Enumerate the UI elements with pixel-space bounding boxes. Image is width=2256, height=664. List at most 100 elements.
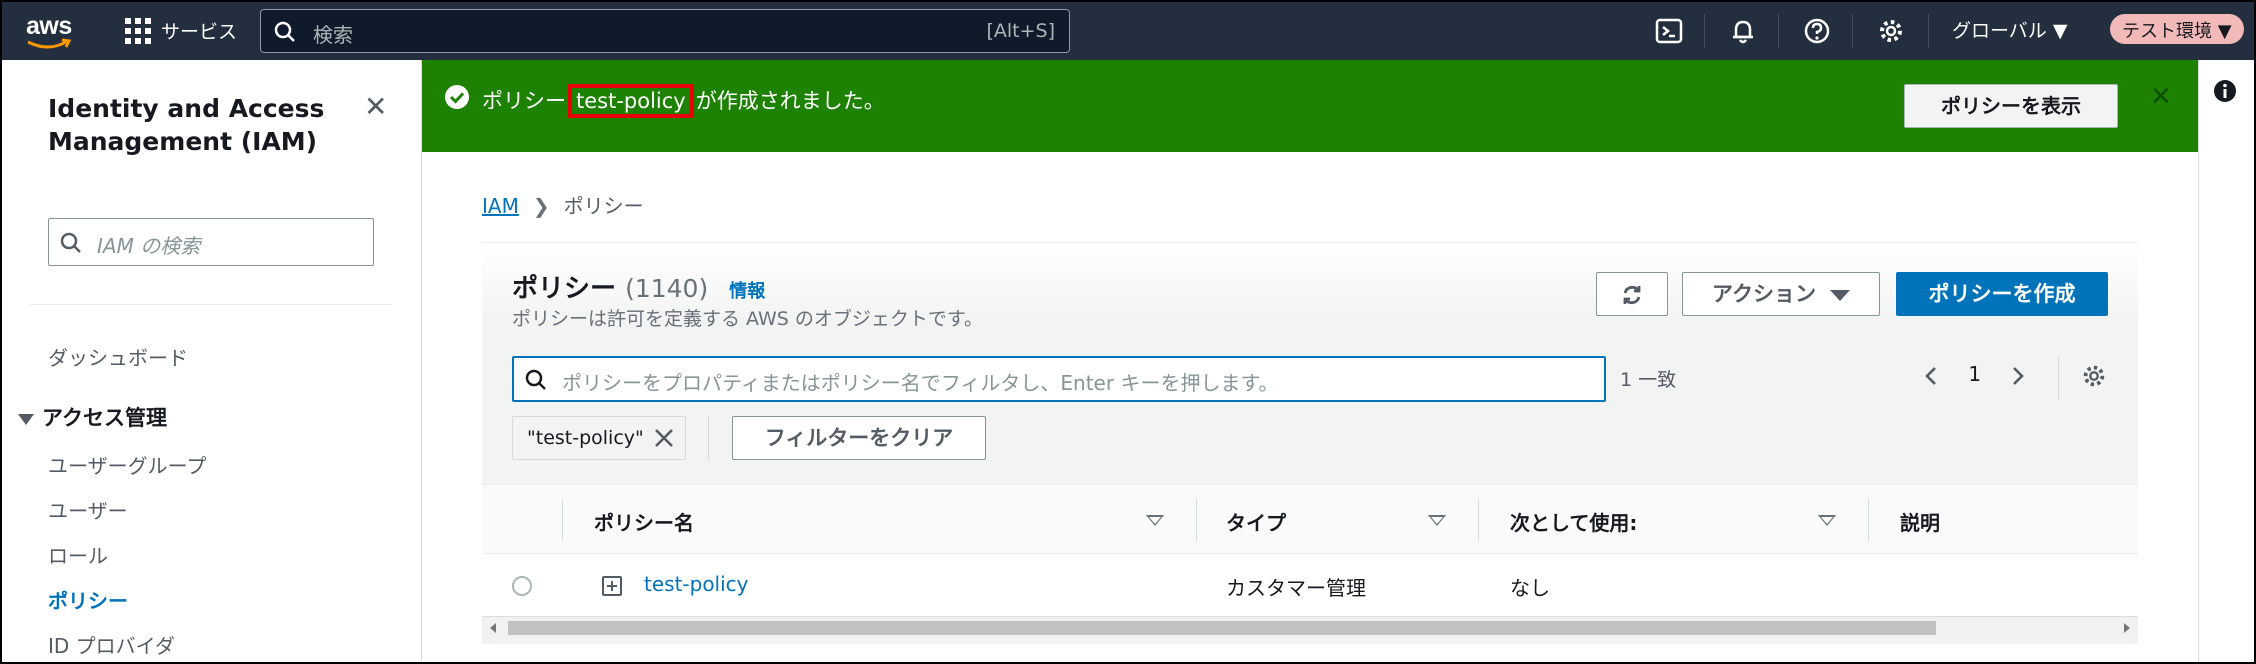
filter-token-label: "test-policy"	[527, 427, 644, 449]
policies-count: (1140)	[625, 274, 709, 303]
help-icon[interactable]	[1802, 16, 1832, 46]
chevron-left-icon[interactable]	[1922, 365, 1940, 387]
table-header: ポリシー名 タイプ 次として使用: 説明	[482, 484, 2138, 554]
sidebar-title: Identity and Access Management (IAM)	[48, 94, 325, 156]
nav-separator	[1778, 14, 1779, 48]
services-menu[interactable]: サービス	[161, 17, 237, 44]
aws-smile-icon	[27, 38, 72, 49]
column-separator	[1868, 499, 1869, 541]
caret-down-icon	[18, 413, 34, 425]
region-selector[interactable]: グローバル ▼	[1952, 16, 2067, 43]
cloudshell-icon[interactable]	[1654, 16, 1684, 46]
view-policy-button[interactable]: ポリシーを表示	[1904, 84, 2118, 128]
horizontal-scrollbar[interactable]	[482, 616, 2138, 638]
flash-suffix: が作成されました。	[695, 89, 885, 113]
sidebar-search-input[interactable]: IAM の検索	[48, 218, 374, 266]
toolbar-separator	[2058, 356, 2059, 400]
sort-icon[interactable]	[1818, 515, 1836, 526]
policy-filter-placeholder: ポリシーをプロパティまたはポリシー名でフィルタし、Enter キーを押します。	[562, 371, 1279, 395]
success-check-icon	[445, 85, 469, 109]
token-separator	[708, 416, 709, 460]
policy-filter-input[interactable]: ポリシーをプロパティまたはポリシー名でフィルタし、Enter キーを押します。	[512, 356, 1606, 402]
chevron-right-icon: ❯	[532, 194, 550, 218]
column-header-description[interactable]: 説明	[1900, 507, 1940, 536]
nav-separator	[1852, 14, 1853, 48]
global-search[interactable]: 検索 [Alt+S]	[260, 9, 1070, 53]
sort-icon[interactable]	[1146, 515, 1164, 526]
sidebar-item-identity-providers[interactable]: ID プロバイダ	[48, 630, 175, 659]
bell-icon[interactable]	[1728, 16, 1758, 46]
top-navigation: aws サービス 検索 [Alt+S] グローバル ▼ テスト環境 ▼	[2, 2, 2254, 60]
expand-row-icon[interactable]	[602, 576, 622, 596]
sidebar-section-access-management[interactable]: アクセス管理	[18, 402, 167, 432]
search-shortcut: [Alt+S]	[986, 20, 1055, 42]
create-policy-button[interactable]: ポリシーを作成	[1896, 272, 2108, 316]
refresh-button[interactable]	[1596, 272, 1668, 316]
sidebar-section-label: アクセス管理	[42, 406, 167, 430]
sidebar-item-roles[interactable]: ロール	[48, 540, 108, 569]
breadcrumb-current: ポリシー	[563, 194, 644, 218]
clear-filters-button[interactable]: フィルターをクリア	[732, 416, 986, 460]
policy-type: カスタマー管理	[1226, 576, 1366, 600]
aws-logo-text: aws	[26, 12, 72, 40]
dismiss-flash-icon[interactable]: ✕	[2150, 82, 2172, 112]
scroll-right-arrow-icon[interactable]	[2124, 623, 2130, 633]
refresh-icon	[1623, 285, 1641, 305]
breadcrumb: IAM ❯ ポリシー	[482, 190, 644, 219]
row-select-radio[interactable]	[512, 576, 532, 596]
nav-separator	[1928, 14, 1929, 48]
sidebar-item-user-groups[interactable]: ユーザーグループ	[48, 450, 206, 479]
remove-token-icon[interactable]	[653, 427, 675, 449]
table-row[interactable]: test-policy カスタマー管理 なし	[482, 554, 2138, 616]
breadcrumb-iam-link[interactable]: IAM	[482, 194, 519, 218]
scrollbar-thumb[interactable]	[508, 621, 1936, 635]
sidebar-item-dashboard[interactable]: ダッシュボード	[48, 342, 188, 371]
policies-title: ポリシー	[512, 274, 617, 304]
column-separator	[1478, 499, 1479, 541]
match-count: 1 一致	[1620, 369, 1677, 391]
services-grid-icon[interactable]	[125, 18, 151, 44]
search-icon	[525, 369, 546, 390]
policies-description: ポリシーは許可を定義する AWS のオブジェクトです。	[512, 308, 983, 330]
actions-label: アクション	[1712, 282, 1816, 306]
sidebar-item-users[interactable]: ユーザー	[48, 495, 128, 524]
search-icon	[60, 232, 81, 253]
sidebar-divider	[30, 304, 392, 305]
pagination: 1	[1922, 362, 2027, 387]
info-panel-icon[interactable]	[2212, 78, 2238, 104]
search-icon	[274, 21, 295, 42]
caret-down-icon	[1829, 289, 1850, 301]
info-link[interactable]: 情報	[729, 281, 765, 302]
column-separator	[1196, 499, 1197, 541]
created-policy-name: test-policy	[568, 84, 694, 118]
column-header-type[interactable]: タイプ	[1226, 507, 1286, 536]
sidebar-item-policies[interactable]: ポリシー	[48, 585, 128, 614]
current-page[interactable]: 1	[1968, 362, 1981, 386]
sort-icon[interactable]	[1428, 515, 1446, 526]
settings-gear-icon[interactable]	[1876, 16, 1906, 46]
preferences-gear-icon[interactable]	[2080, 362, 2108, 390]
account-menu[interactable]: テスト環境 ▼	[2110, 14, 2244, 44]
column-separator	[562, 499, 563, 541]
policies-heading: ポリシー (1140) 情報	[512, 268, 765, 305]
policy-name-link[interactable]: test-policy	[644, 572, 749, 596]
filter-token: "test-policy"	[512, 416, 686, 460]
actions-dropdown[interactable]: アクション	[1682, 272, 1880, 316]
sidebar-search-placeholder: IAM の検索	[97, 234, 201, 258]
global-search-placeholder: 検索	[313, 23, 353, 47]
chevron-right-icon[interactable]	[2009, 365, 2027, 387]
flash-prefix: ポリシー	[482, 89, 566, 113]
policies-container: ポリシー (1140) 情報 ポリシーは許可を定義する AWS のオブジェクトで…	[482, 244, 2138, 644]
tools-panel-divider	[2198, 60, 2199, 662]
success-flashbar: ポリシー test-policy が作成されました。 ポリシーを表示 ✕	[422, 60, 2198, 152]
scroll-left-arrow-icon[interactable]	[490, 623, 496, 633]
browser-frame: aws サービス 検索 [Alt+S] グローバル ▼ テスト環境 ▼ Iden…	[0, 0, 2256, 664]
breadcrumb-divider	[482, 242, 2138, 243]
flash-message: ポリシー test-policy が作成されました。	[482, 84, 885, 118]
column-header-used-as[interactable]: 次として使用:	[1510, 507, 1637, 536]
close-sidebar-icon[interactable]: ✕	[364, 90, 387, 123]
column-header-policy-name[interactable]: ポリシー名	[594, 507, 694, 536]
aws-logo[interactable]: aws	[24, 12, 80, 52]
sidebar: Identity and Access Management (IAM) ✕ I…	[2, 60, 422, 662]
nav-separator	[1704, 14, 1705, 48]
